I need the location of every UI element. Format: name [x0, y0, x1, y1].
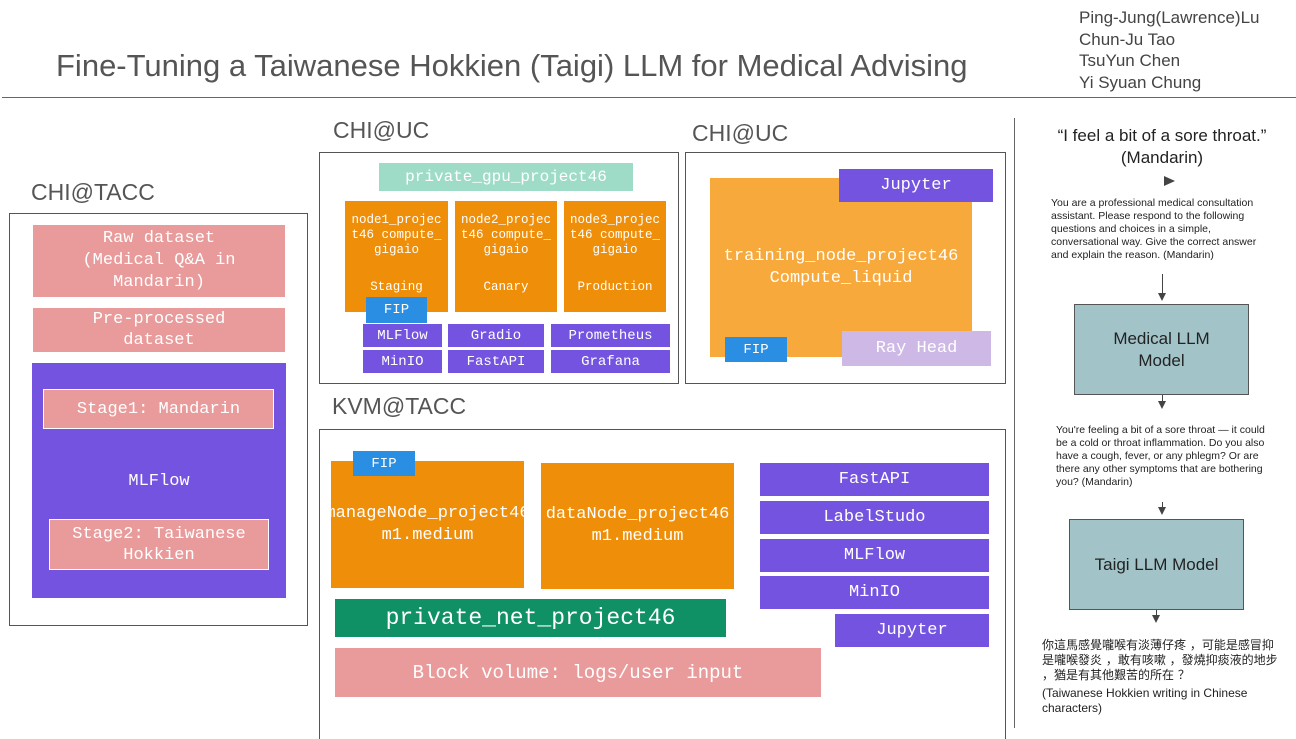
uc-service-grafana: Grafana [551, 350, 670, 373]
kvm-site-label: KVM@TACC [332, 393, 467, 419]
author-name: Chun-Ju Tao [1079, 29, 1176, 49]
kvm-fip-badge: FIP [353, 451, 415, 476]
quote-arrow-icon [1164, 176, 1175, 186]
taigi-response-note: (Taiwanese Hokkien writing in Chinese ch… [1042, 686, 1248, 715]
node1-role: Staging [370, 280, 423, 294]
taigi-model-response: 你這馬感覺嚨喉有淡薄仔疼 ，可能是感冒抑是嚨喉發炎 ，敢有咳嗽 ，發燒抑痰液的地… [1042, 638, 1278, 682]
uc-service-mlflow: MLFlow [363, 324, 442, 347]
stage1-box: Stage1: Mandarin [43, 389, 274, 429]
kvm-service-minio: MinIO [760, 576, 989, 609]
private-network-bar: private_net_project46 [335, 599, 726, 637]
node1-box: node1_project46 compute_gigaio Staging [345, 201, 448, 312]
uc-service-gradio: Gradio [448, 324, 544, 347]
ray-head-badge: Ray Head [842, 331, 991, 366]
tacc-site-label: CHI@TACC [31, 179, 155, 205]
arrow-down-icon [1158, 401, 1166, 409]
node3-role: Production [577, 280, 653, 294]
uc-gpu-site-label: CHI@UC [333, 117, 430, 143]
uc-service-prometheus: Prometheus [551, 324, 670, 347]
node2-name: node2_project46 compute_gigaio [460, 212, 551, 257]
vertical-divider [1014, 118, 1015, 728]
arrow-down-icon [1158, 293, 1166, 301]
page-title: Fine-Tuning a Taiwanese Hokkien (Taigi) … [56, 48, 968, 83]
node3-name: node3_project46 compute_gigaio [569, 212, 660, 257]
gpu-project-label: private_gpu_project46 [379, 163, 633, 191]
medical-llm-model-box: Medical LLM Model [1074, 304, 1249, 395]
kvm-service-fastapi: FastAPI [760, 463, 989, 496]
arrow-down-icon [1158, 507, 1166, 515]
arrow-line [1162, 274, 1163, 294]
author-name: TsuYun Chen [1079, 51, 1181, 70]
author-list: Ping-Jung(Lawrence)Lu Chun-Ju Tao TsuYun… [1079, 7, 1260, 93]
data-node-box: dataNode_project46 m1.medium [541, 463, 734, 589]
user-quote-language: (Mandarin) [1120, 148, 1204, 167]
kvm-service-labelstudo: LabelStudo [760, 501, 989, 534]
header-divider [2, 97, 1296, 98]
user-quote: “I feel a bit of a sore throat.” [1057, 126, 1267, 145]
node2-box: node2_project46 compute_gigaio Canary [455, 201, 557, 312]
uc-train-site-label: CHI@UC [692, 120, 789, 146]
taigi-llm-model-box: Taigi LLM Model [1069, 519, 1244, 610]
uc-service-minio: MinIO [363, 350, 442, 373]
preprocessed-dataset-box: Pre-processed dataset [33, 308, 285, 352]
system-prompt-text: You are a professional medical consultat… [1051, 197, 1257, 261]
node1-name: node1_project46 compute_gigaio [351, 212, 442, 257]
node3-box: node3_project46 compute_gigaio Productio… [564, 201, 666, 312]
arrow-down-icon [1152, 615, 1160, 623]
mlflow-label: MLFlow [128, 471, 190, 491]
stage2-box: Stage2: Taiwanese Hokkien [49, 519, 269, 570]
node2-role: Canary [483, 280, 529, 294]
manage-node-box: manageNode_project46 m1.medium [325, 461, 530, 588]
author-name: Yi Syuan Chung [1079, 72, 1202, 92]
train-fip-badge: FIP [725, 337, 787, 362]
gpu-fip-badge: FIP [366, 297, 427, 323]
kvm-service-jupyter: Jupyter [835, 614, 989, 647]
raw-dataset-box: Raw dataset (Medical Q&A in Mandarin) [33, 225, 285, 297]
kvm-service-mlflow: MLFlow [760, 539, 989, 572]
medical-model-response: You're feeling a bit of a sore throat — … [1056, 424, 1265, 488]
author-name: Ping-Jung(Lawrence)Lu [1079, 8, 1260, 27]
jupyter-badge: Jupyter [839, 169, 993, 202]
block-volume-bar: Block volume: logs/user input [335, 648, 821, 697]
uc-service-fastapi: FastAPI [448, 350, 544, 373]
